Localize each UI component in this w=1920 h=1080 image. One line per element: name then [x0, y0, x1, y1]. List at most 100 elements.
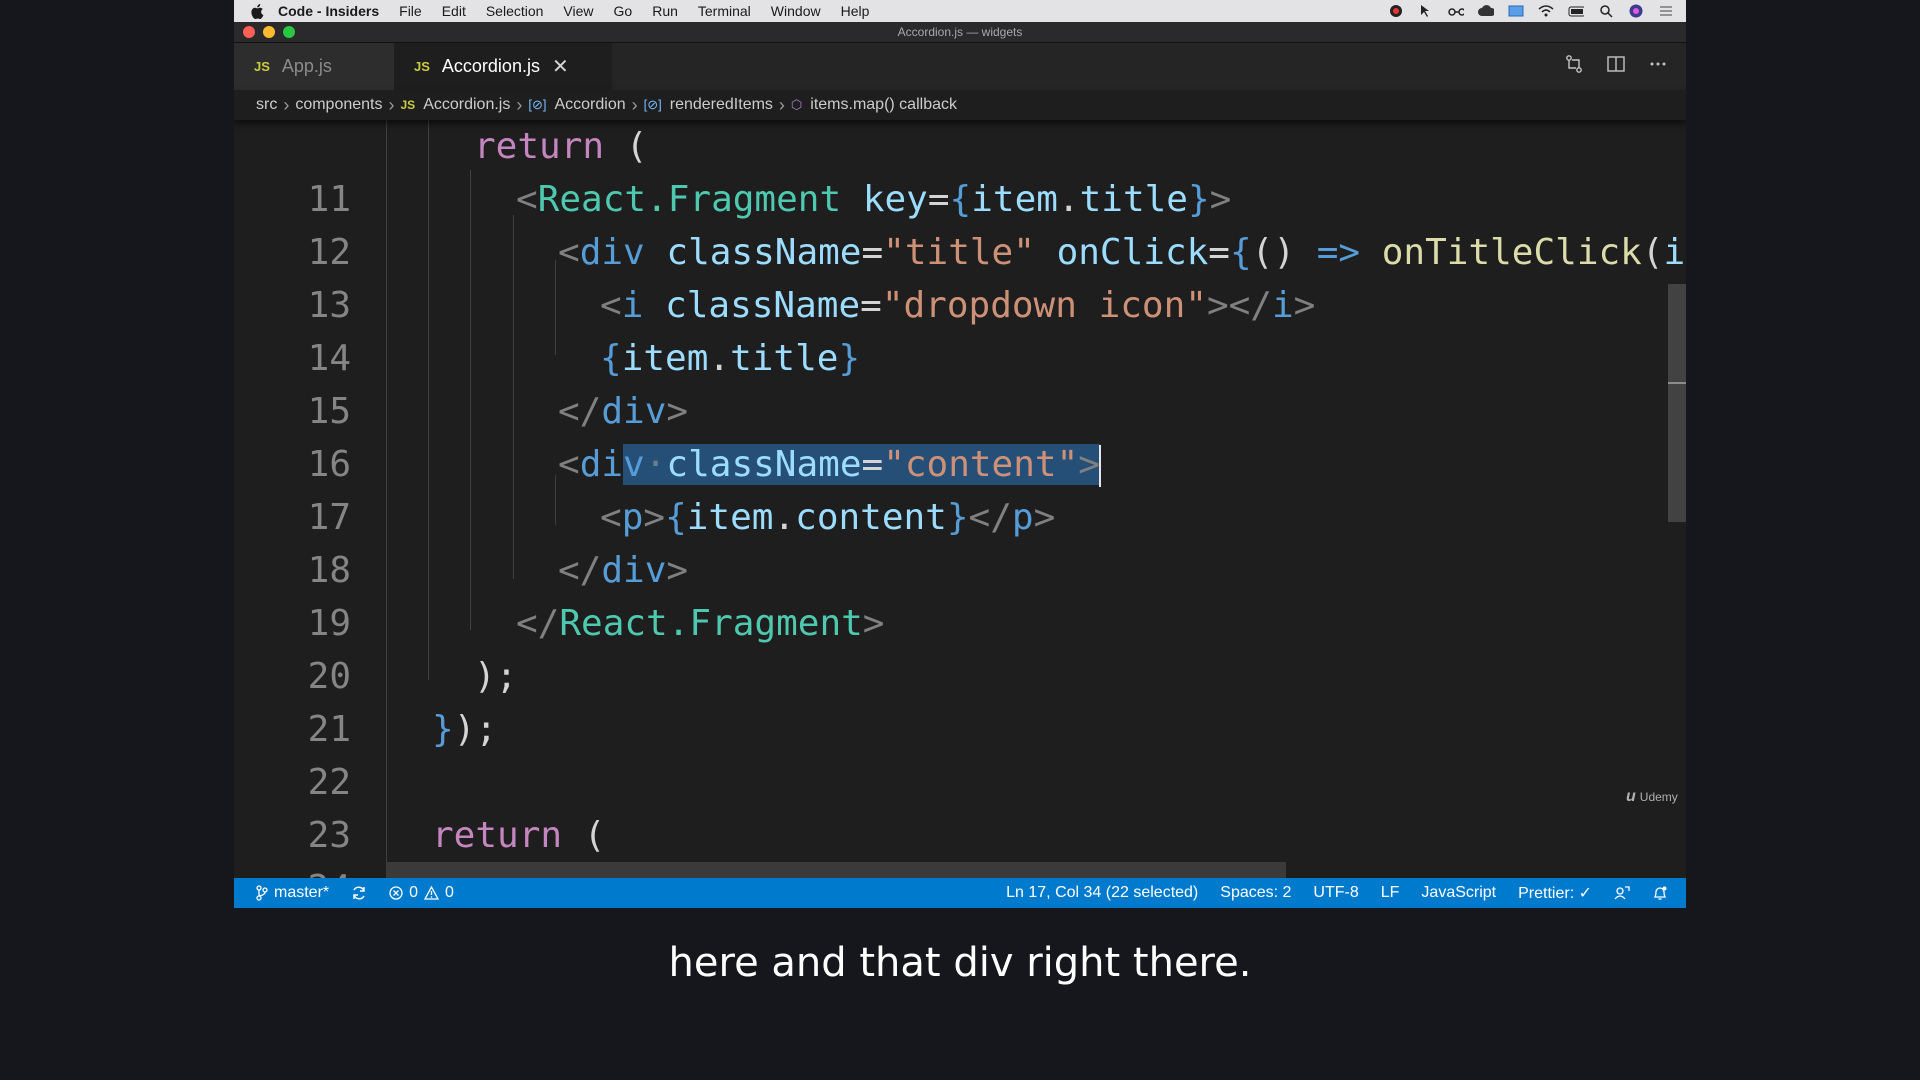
code-line-22: 22 });	[234, 703, 1686, 803]
error-icon	[389, 886, 403, 900]
code-line-20: 20 </React.Fragment>	[234, 597, 1686, 697]
breadcrumb-src[interactable]: src	[256, 96, 277, 114]
code-text: return (	[432, 815, 606, 856]
sync-icon	[353, 886, 365, 900]
breadcrumb-rendered-items[interactable]: [⊘] renderedItems	[644, 96, 773, 114]
vertical-scrollbar[interactable]	[1668, 284, 1686, 522]
git-branch[interactable]: master*	[256, 884, 329, 902]
breadcrumb-file[interactable]: JS Accordion.js	[401, 96, 511, 114]
code-line-12: 12 <React.Fragment key={item.title}>	[234, 173, 1686, 273]
prettier-status[interactable]: Prettier: ✓	[1518, 883, 1592, 903]
problems-indicator[interactable]: 0 0	[389, 884, 454, 902]
chevron-right-icon: ›	[778, 94, 785, 115]
code-text: return (	[474, 126, 648, 167]
wifi-icon[interactable]	[1538, 4, 1554, 18]
udemy-logo-icon: u	[1626, 788, 1636, 805]
code-text: </div>	[558, 550, 689, 591]
code-line-23: 23	[234, 756, 1686, 856]
menu-terminal[interactable]: Terminal	[698, 3, 751, 19]
menu-go[interactable]: Go	[614, 3, 633, 19]
code-editor[interactable]: 11 return ( 12 <React.Fragment key={item…	[234, 120, 1686, 878]
code-text: <i className="dropdown icon"></i>	[600, 285, 1316, 326]
encoding[interactable]: UTF-8	[1313, 884, 1358, 902]
horizontal-scrollbar[interactable]	[386, 862, 1286, 878]
menu-run[interactable]: Run	[652, 3, 678, 19]
code-text: {item.title}	[600, 338, 861, 379]
record-icon[interactable]	[1388, 4, 1404, 18]
open-changes-icon[interactable]	[1564, 54, 1584, 79]
breadcrumb-accordion-label: Accordion	[554, 96, 626, 113]
menu-selection[interactable]: Selection	[486, 3, 544, 19]
battery-icon[interactable]	[1568, 4, 1584, 18]
chevron-right-icon: ›	[388, 94, 395, 115]
maximize-window-button[interactable]	[283, 26, 295, 38]
close-tab-icon[interactable]: ✕	[552, 54, 569, 79]
code-line-19: 19 </div>	[234, 544, 1686, 644]
code-line-18: 18 <p>{item.content}</p>	[234, 491, 1686, 591]
code-line-24: 24 return (	[234, 809, 1686, 878]
watermark-label: Udemy	[1639, 790, 1678, 804]
text-selection: v·className="content">	[623, 444, 1100, 485]
tab-accordion-js[interactable]: JS Accordion.js ✕	[394, 43, 612, 90]
title-bar: Accordion.js — widgets	[234, 22, 1686, 43]
variable-symbol-icon: [⊘]	[528, 97, 547, 112]
breadcrumb-components[interactable]: components	[295, 96, 382, 114]
breadcrumb-callback[interactable]: ⬡ items.map() callback	[791, 96, 957, 114]
js-file-icon: JS	[400, 98, 416, 112]
chevron-right-icon: ›	[631, 94, 638, 115]
glasses-icon[interactable]	[1448, 4, 1464, 18]
menu-edit[interactable]: Edit	[442, 3, 466, 19]
notifications-bell-icon[interactable]	[1652, 885, 1668, 901]
split-editor-icon[interactable]	[1606, 54, 1626, 79]
cursor-position[interactable]: Ln 17, Col 34 (22 selected)	[1006, 884, 1198, 902]
tab-label: Accordion.js	[441, 56, 540, 76]
error-count: 0	[409, 884, 419, 901]
indentation[interactable]: Spaces: 2	[1220, 884, 1291, 902]
line-number: 24	[234, 862, 351, 878]
end-of-line[interactable]: LF	[1381, 884, 1400, 902]
editor-actions	[1564, 43, 1668, 90]
menu-file[interactable]: File	[399, 3, 422, 19]
variable-symbol-icon: [⊘]	[643, 97, 662, 112]
display-icon[interactable]	[1508, 4, 1524, 18]
warning-count: 0	[445, 884, 454, 901]
status-bar: master* 0 0 Ln 17, Col 34 (22 selected) …	[234, 878, 1686, 908]
menu-help[interactable]: Help	[841, 3, 870, 19]
tab-label: App.js	[281, 56, 332, 76]
video-subtitle: here and that div right there.	[668, 940, 1252, 986]
window-controls	[243, 26, 295, 38]
siri-icon[interactable]	[1628, 4, 1644, 18]
menu-view[interactable]: View	[563, 3, 593, 19]
cursor-icon[interactable]	[1418, 4, 1434, 18]
text-cursor	[1098, 445, 1101, 487]
code-line-13: 13 <div className="title" onClick={() =>…	[234, 226, 1686, 326]
menu-window[interactable]: Window	[771, 3, 821, 19]
close-window-button[interactable]	[243, 26, 255, 38]
feedback-icon[interactable]	[1614, 885, 1630, 901]
tab-app-js[interactable]: JS App.js	[234, 43, 394, 90]
code-line-16: 16 </div>	[234, 385, 1686, 485]
code-text: );	[474, 656, 518, 697]
menu-app-name[interactable]: Code - Insiders	[278, 3, 379, 19]
code-text: <React.Fragment key={item.title}>	[516, 179, 1232, 220]
breadcrumb-accordion[interactable]: [⊘] Accordion	[528, 96, 625, 114]
search-icon[interactable]	[1598, 4, 1614, 18]
branch-name: master*	[274, 884, 330, 901]
minimize-window-button[interactable]	[263, 26, 275, 38]
more-actions-icon[interactable]	[1648, 54, 1668, 79]
apple-icon[interactable]	[250, 3, 264, 19]
code-line-17: 17 <div·className="content">	[234, 438, 1686, 538]
method-cube-icon: ⬡	[790, 97, 803, 112]
js-file-icon: JS	[254, 59, 270, 74]
scrollbar-cursor-marker	[1668, 382, 1686, 384]
language-mode[interactable]: JavaScript	[1421, 884, 1496, 902]
sync-button[interactable]	[351, 885, 367, 901]
code-line-15: 15 {item.title}	[234, 332, 1686, 432]
notification-center-icon[interactable]	[1658, 4, 1674, 18]
js-file-icon: JS	[414, 59, 430, 74]
macos-menubar: Code - Insiders File Edit Selection View…	[234, 0, 1686, 22]
code-text: <div·className="content">	[558, 444, 1101, 487]
window-title: Accordion.js — widgets	[897, 25, 1023, 39]
cloud-icon[interactable]	[1478, 4, 1494, 18]
tab-bar: JS App.js JS Accordion.js ✕	[234, 43, 1686, 90]
